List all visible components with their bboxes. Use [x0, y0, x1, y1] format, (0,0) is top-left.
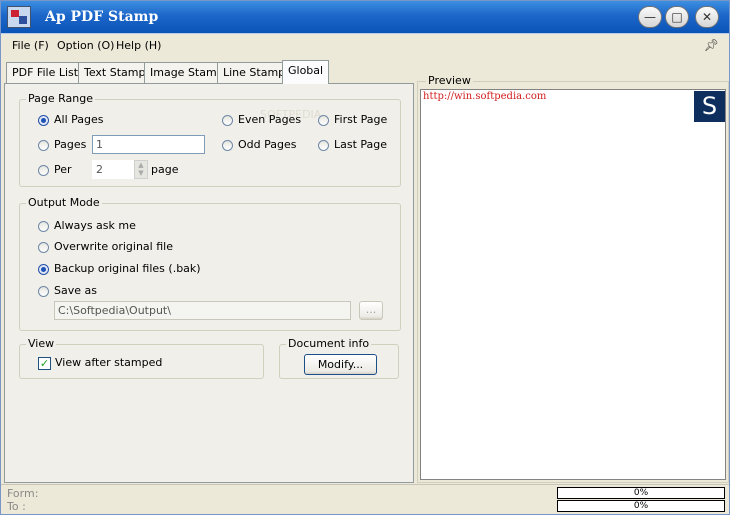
maximize-button[interactable]: □	[665, 6, 689, 28]
title-bar[interactable]: Ap PDF Stamp — □ ✕	[1, 1, 729, 34]
to-label: To :	[7, 500, 26, 513]
app-logo-icon	[7, 6, 31, 28]
even-pages-radio[interactable]	[222, 115, 233, 126]
output-mode-legend: Output Mode	[26, 196, 102, 209]
always-ask-label[interactable]: Always ask me	[54, 219, 136, 232]
odd-pages-label[interactable]: Odd Pages	[238, 138, 296, 151]
always-ask-radio[interactable]	[38, 221, 49, 232]
tab-line-stamp[interactable]: Line Stamp	[217, 62, 292, 83]
document-info-group: Document info Modify...	[279, 337, 399, 379]
per-label[interactable]: Per	[54, 163, 72, 176]
pages-input[interactable]: 1	[92, 135, 205, 154]
browse-button[interactable]: ...	[359, 301, 383, 320]
view-group: View ✓ View after stamped	[19, 337, 264, 379]
per-input[interactable]: 2	[92, 160, 134, 179]
view-after-stamped-checkbox[interactable]: ✓	[38, 357, 51, 370]
backup-label[interactable]: Backup original files (.bak)	[54, 262, 201, 275]
preview-legend: Preview	[426, 74, 473, 87]
progress-bar-form: 0%	[557, 487, 725, 499]
preview-canvas: http://win.softpedia.com S	[420, 89, 726, 480]
overwrite-radio[interactable]	[38, 242, 49, 253]
pages-radio[interactable]	[38, 140, 49, 151]
all-pages-label[interactable]: All Pages	[54, 113, 104, 126]
document-info-legend: Document info	[286, 337, 372, 350]
tab-text-stamp[interactable]: Text Stamp	[78, 62, 152, 83]
first-page-radio[interactable]	[318, 115, 329, 126]
last-page-radio[interactable]	[318, 140, 329, 151]
all-pages-radio[interactable]	[38, 115, 49, 126]
even-pages-label[interactable]: Even Pages	[238, 113, 301, 126]
global-tab-panel: Page Range SOFTPEDIA All Pages Pages 1 P…	[4, 83, 414, 483]
view-legend: View	[26, 337, 57, 350]
view-after-stamped-label[interactable]: View after stamped	[55, 356, 162, 369]
page-range-group: Page Range SOFTPEDIA All Pages Pages 1 P…	[19, 92, 401, 187]
tab-global[interactable]: Global	[282, 60, 330, 84]
pages-label[interactable]: Pages	[54, 138, 86, 151]
window-title: Ap PDF Stamp	[45, 9, 159, 25]
page-range-legend: Page Range	[26, 92, 95, 105]
softpedia-logo: S	[694, 91, 725, 122]
close-button[interactable]: ✕	[695, 6, 719, 28]
overwrite-label[interactable]: Overwrite original file	[54, 240, 173, 253]
output-mode-group: Output Mode Always ask me Overwrite orig…	[19, 196, 401, 331]
progress-bar-to: 0%	[557, 500, 725, 512]
pin-icon[interactable]: 📌︎	[704, 38, 719, 52]
per-spinner[interactable]: ▲ ▼	[134, 160, 148, 179]
per-radio[interactable]	[38, 165, 49, 176]
save-as-radio[interactable]	[38, 286, 49, 297]
backup-radio[interactable]	[38, 264, 49, 275]
minimize-button[interactable]: —	[638, 6, 662, 28]
menu-option[interactable]: Option (O)	[57, 39, 114, 52]
preview-group: Preview http://win.softpedia.com S	[417, 74, 729, 483]
menu-bar: File (F) Option (O) Help (H) 📌︎	[1, 36, 729, 56]
odd-pages-radio[interactable]	[222, 140, 233, 151]
tab-pdf-file-list[interactable]: PDF File List	[6, 62, 85, 83]
status-bar: Form: To : 0% 0%	[1, 484, 729, 515]
save-as-path-input[interactable]: C:\Softpedia\Output\	[54, 301, 351, 320]
app-window: Ap PDF Stamp — □ ✕ File (F) Option (O) H…	[0, 0, 730, 515]
menu-file[interactable]: File (F)	[12, 39, 49, 52]
preview-url-text: http://win.softpedia.com	[423, 91, 547, 102]
form-label: Form:	[7, 487, 39, 500]
last-page-label[interactable]: Last Page	[334, 138, 387, 151]
menu-help[interactable]: Help (H)	[116, 39, 161, 52]
save-as-label[interactable]: Save as	[54, 284, 97, 297]
modify-button[interactable]: Modify...	[304, 354, 377, 375]
page-suffix-label: page	[151, 163, 179, 176]
first-page-label[interactable]: First Page	[334, 113, 387, 126]
